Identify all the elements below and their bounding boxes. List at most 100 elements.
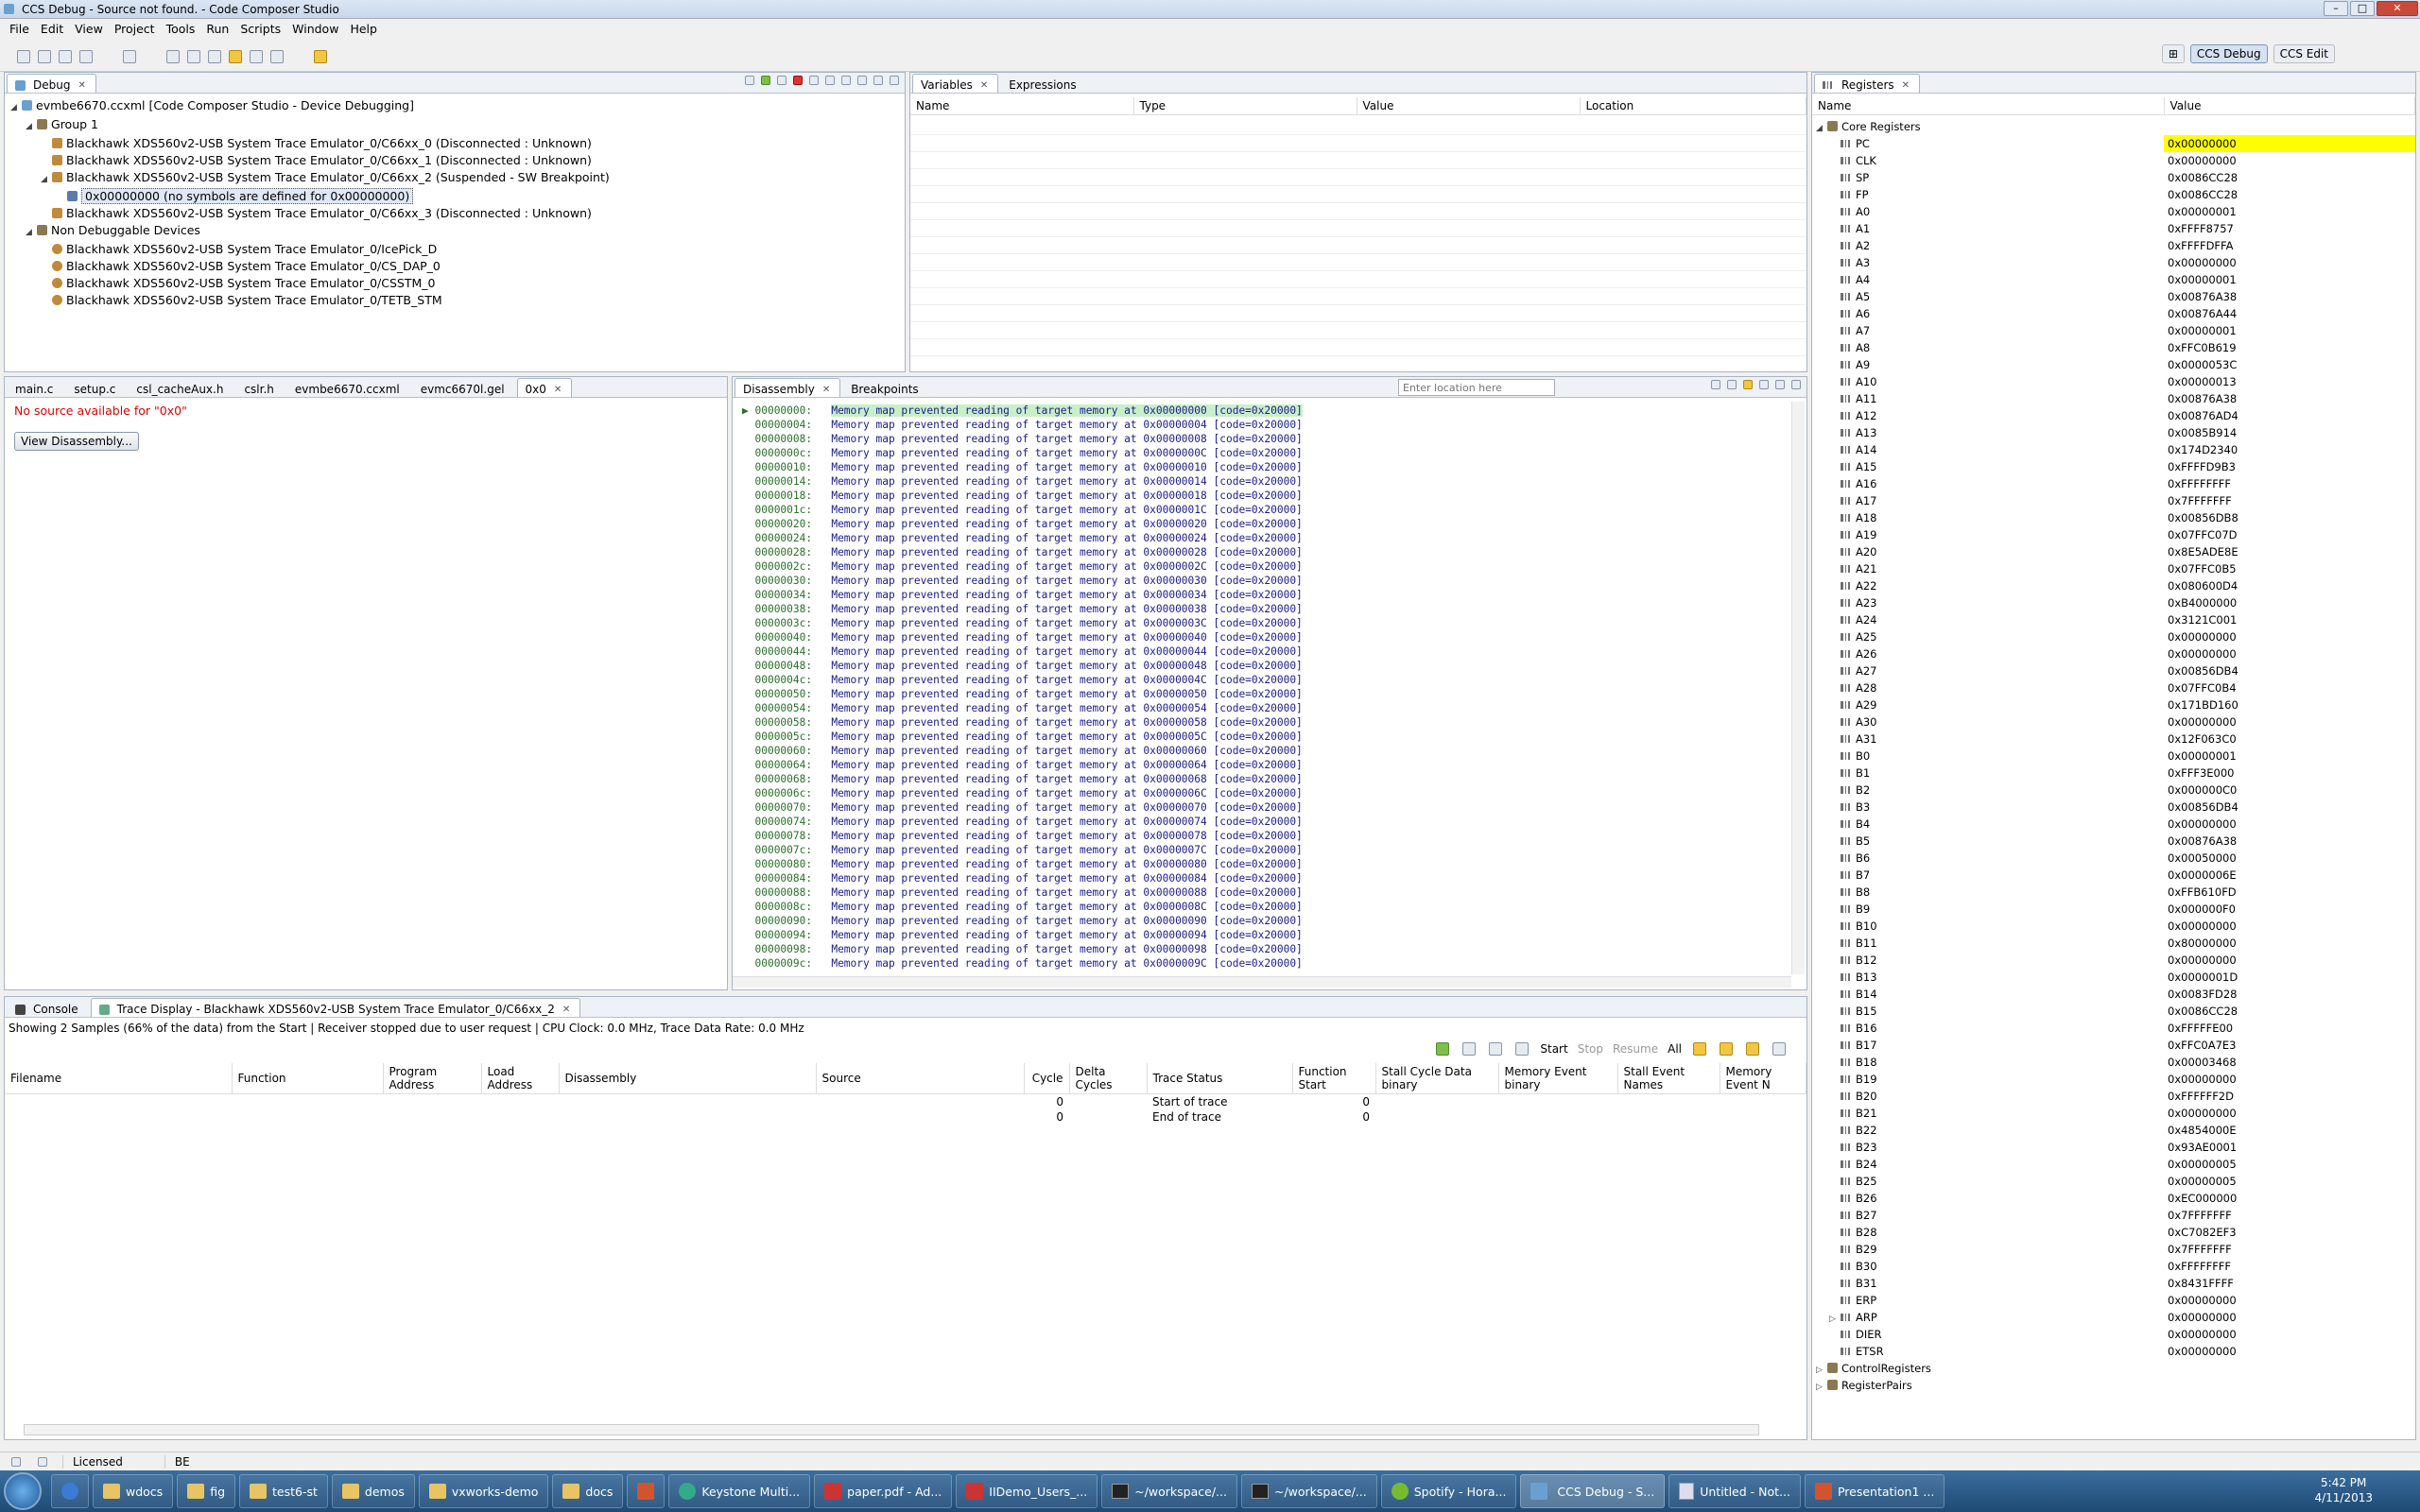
disassembly-line[interactable]: 0000006c: Memory map prevented reading o…	[742, 786, 1788, 800]
trace-table-icon[interactable]	[1772, 1042, 1786, 1056]
suspend-icon[interactable]	[777, 76, 786, 85]
taskbar-item[interactable]: IIDemo_Users_...	[956, 1474, 1098, 1508]
disassembly-line[interactable]: 00000054: Memory map prevented reading o…	[742, 701, 1788, 715]
tab-ccxml[interactable]: evmbe6670.ccxml	[286, 378, 410, 397]
taskbar-item[interactable]: docs	[552, 1474, 624, 1508]
register-row[interactable]: ERP 0x00000000	[1816, 1292, 2415, 1309]
tree-device[interactable]: Blackhawk XDS560v2-USB System Trace Emul…	[10, 205, 899, 222]
tree-nondebug-group[interactable]: ◢ Non Debuggable Devices	[10, 222, 899, 241]
register-value[interactable]: 0x00000000	[2164, 135, 2415, 152]
register-row[interactable]: A8 0xFFC0B619	[1816, 339, 2415, 356]
column-header[interactable]: Function	[232, 1063, 384, 1094]
register-row[interactable]: A1 0xFFFF8757	[1816, 220, 2415, 237]
trace-start-button[interactable]: Start	[1540, 1042, 1567, 1056]
register-value[interactable]: 0x00876A38	[2164, 833, 2415, 850]
menu-view[interactable]: View	[69, 22, 109, 36]
load-icon[interactable]	[207, 49, 221, 63]
tree-group[interactable]: ◢ Group 1	[10, 116, 899, 135]
disassembly-line[interactable]: 0000009c: Memory map prevented reading o…	[742, 956, 1788, 971]
disassembly-line[interactable]: 0000000c: Memory map prevented reading o…	[742, 446, 1788, 460]
trace-go-icon[interactable]	[1436, 1042, 1450, 1056]
register-row[interactable]: A26 0x00000000	[1816, 645, 2415, 662]
menu-scripts[interactable]: Scripts	[234, 22, 286, 36]
perspective-ccs-debug[interactable]: CCS Debug	[2189, 44, 2268, 63]
tab-main-c[interactable]: main.c	[7, 378, 63, 397]
register-row[interactable]: B4 0x00000000	[1816, 816, 2415, 833]
register-row[interactable]: A4 0x00000001	[1816, 271, 2415, 288]
register-group[interactable]: ▷ ControlRegisters	[1816, 1360, 2415, 1377]
profile-icon[interactable]	[249, 49, 263, 63]
register-value[interactable]: 0x00000005	[2164, 1156, 2415, 1173]
register-value[interactable]: 0x00000000	[2164, 645, 2415, 662]
disassembly-line[interactable]: 0000003c: Memory map prevented reading o…	[742, 616, 1788, 630]
step-into-icon[interactable]	[809, 76, 819, 85]
disassembly-line[interactable]: 00000074: Memory map prevented reading o…	[742, 815, 1788, 829]
register-value[interactable]: 0x00000000	[2164, 952, 2415, 969]
register-value[interactable]: 0x0085B914	[2164, 424, 2415, 441]
register-row[interactable]: A23 0xB4000000	[1816, 594, 2415, 611]
register-value[interactable]: 0x00876A38	[2164, 288, 2415, 305]
register-value[interactable]: 0x00000001	[2164, 747, 2415, 765]
register-value[interactable]: 0xFFFFFE00	[2164, 1020, 2415, 1037]
register-value[interactable]: 0x0086CC28	[2164, 1003, 2415, 1020]
register-value[interactable]: 0x8E5ADE8E	[2164, 543, 2415, 560]
menu-file[interactable]: File	[4, 22, 35, 36]
tab-debug[interactable]: Debug ✕	[7, 74, 96, 93]
disassembly-line[interactable]: 00000004: Memory map prevented reading o…	[742, 418, 1788, 432]
run-config-icon[interactable]	[269, 49, 284, 63]
tree-nondebug-device[interactable]: Blackhawk XDS560v2-USB System Trace Emul…	[10, 258, 899, 275]
menu-run[interactable]: Run	[200, 22, 234, 36]
register-row[interactable]: A6 0x00876A44	[1816, 305, 2415, 322]
register-row[interactable]: FP 0x0086CC28	[1816, 186, 2415, 203]
register-group[interactable]: ◢ Core Registers	[1816, 118, 2415, 135]
register-value[interactable]: 0xFFC0A7E3	[2164, 1037, 2415, 1054]
disassembly-line[interactable]: 0000007c: Memory map prevented reading o…	[742, 843, 1788, 857]
register-row[interactable]: A28 0x07FFC0B4	[1816, 679, 2415, 696]
build-icon[interactable]	[122, 49, 136, 63]
tab-console[interactable]: Console	[7, 998, 89, 1017]
maximize-view-icon[interactable]	[1791, 380, 1801, 389]
register-row[interactable]: B11 0x80000000	[1816, 935, 2415, 952]
register-row[interactable]: B27 0x7FFFFFFF	[1816, 1207, 2415, 1224]
register-value[interactable]: 0x0000006E	[2164, 867, 2415, 884]
register-row[interactable]: PC 0x00000000	[1816, 135, 2415, 152]
register-row[interactable]: B8 0xFFB610FD	[1816, 884, 2415, 901]
register-row[interactable]: B2 0x000000C0	[1816, 782, 2415, 799]
register-row[interactable]: ▷ ARP 0x00000000	[1816, 1309, 2415, 1326]
menu-project[interactable]: Project	[109, 22, 161, 36]
register-value[interactable]: 0x00856DB4	[2164, 799, 2415, 816]
register-value[interactable]: 0x0086CC28	[2164, 186, 2415, 203]
register-row[interactable]: B10 0x00000000	[1816, 918, 2415, 935]
step-over-icon[interactable]	[825, 76, 835, 85]
search-tool-icon[interactable]	[313, 49, 327, 63]
register-row[interactable]: A24 0x3121C001	[1816, 611, 2415, 628]
register-value[interactable]: 0x00000000	[2164, 713, 2415, 730]
disassembly-line[interactable]: 00000030: Memory map prevented reading o…	[742, 574, 1788, 588]
register-value[interactable]: 0x00000000	[2164, 1343, 2415, 1360]
register-row[interactable]: A22 0x080600D4	[1816, 577, 2415, 594]
register-value[interactable]: 0x00000000	[2164, 1309, 2415, 1326]
column-header[interactable]: Memory Event N	[1720, 1063, 1806, 1094]
register-row[interactable]: ETSR 0x00000000	[1816, 1343, 2415, 1360]
register-row[interactable]: A7 0x00000001	[1816, 322, 2415, 339]
vertical-scrollbar[interactable]	[1791, 402, 1805, 974]
register-value[interactable]: 0x0000001D	[2164, 969, 2415, 986]
tab-expressions[interactable]: Expressions	[1000, 74, 1086, 93]
taskbar-item[interactable]: ~/workspace/...	[1101, 1474, 1237, 1508]
register-row[interactable]: B21 0x00000000	[1816, 1105, 2415, 1122]
taskbar-item[interactable]: Untitled - Not...	[1668, 1474, 1801, 1508]
register-row[interactable]: A5 0x00876A38	[1816, 288, 2415, 305]
taskbar-item[interactable]: test6-st	[239, 1474, 328, 1508]
column-header[interactable]: Value	[2164, 97, 2415, 115]
perspective-ccs-edit[interactable]: CCS Edit	[2273, 44, 2335, 63]
tab-0x0[interactable]: 0x0 ✕	[516, 378, 573, 397]
register-value[interactable]: 0x00876AD4	[2164, 407, 2415, 424]
column-header[interactable]: Type	[1133, 97, 1357, 115]
register-row[interactable]: A12 0x00876AD4	[1816, 407, 2415, 424]
trace-stop-button[interactable]: Stop	[1578, 1042, 1603, 1056]
register-value[interactable]: 0x7FFFFFFF	[2164, 1207, 2415, 1224]
remove-terminated-icon[interactable]	[745, 76, 754, 85]
taskbar-item[interactable]: Spotify - Hora...	[1380, 1474, 1517, 1508]
register-value[interactable]: 0x00000001	[2164, 322, 2415, 339]
table-row[interactable]: 0 End of trace 0	[5, 1109, 1806, 1125]
